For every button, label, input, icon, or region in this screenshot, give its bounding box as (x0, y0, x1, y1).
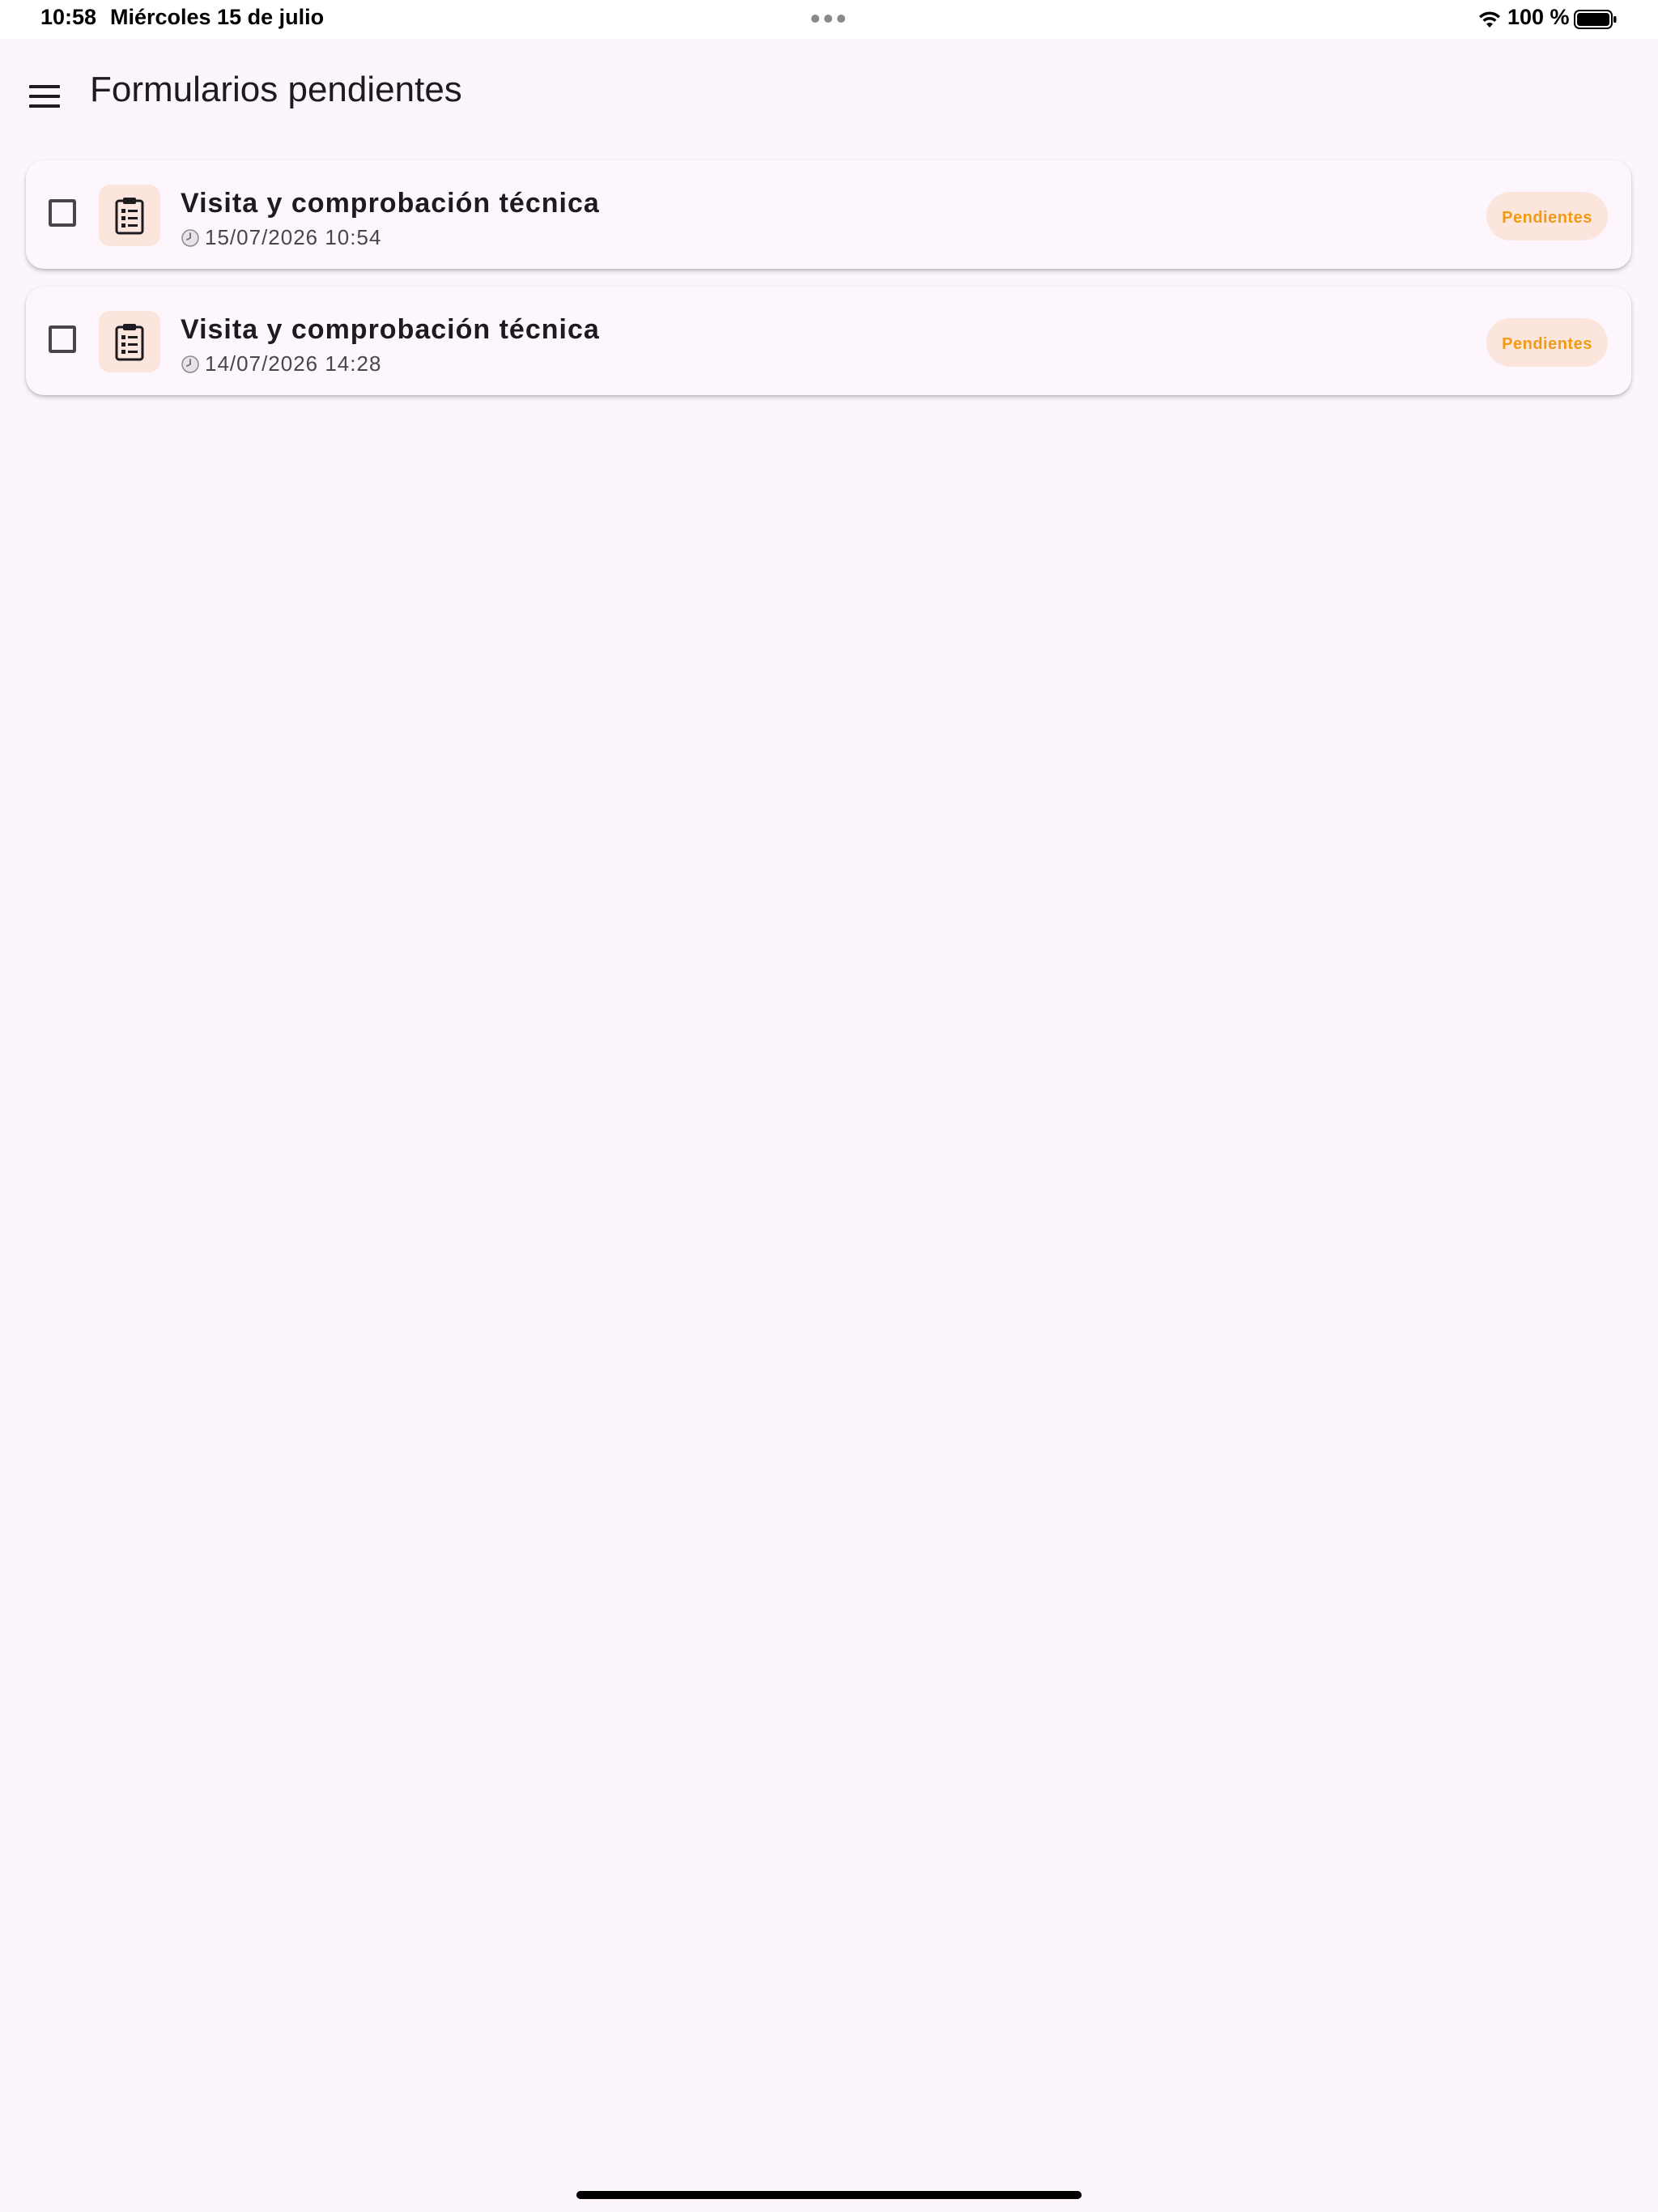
clock-icon (181, 228, 199, 247)
form-title: Visita y comprobación técnica (181, 314, 600, 345)
form-list: Visita y comprobación técnica 15/07/2026… (26, 160, 1631, 413)
wifi-icon (1479, 11, 1500, 28)
form-date: 14/07/2026 14:28 (205, 351, 382, 376)
form-card[interactable]: Visita y comprobación técnica 14/07/2026… (26, 287, 1631, 395)
battery-icon (1574, 10, 1617, 29)
menu-button[interactable] (18, 70, 71, 123)
battery-percentage: 100 % (1507, 5, 1570, 29)
app-bar: Formularios pendientes (0, 39, 1658, 144)
form-date-row: 14/07/2026 14:28 (181, 351, 381, 376)
form-title: Visita y comprobación técnica (181, 188, 600, 219)
clipboard-icon (99, 185, 160, 246)
form-card[interactable]: Visita y comprobación técnica 15/07/2026… (26, 160, 1631, 269)
status-bar: 10:58 Miércoles 15 de julio 100 % (0, 0, 1658, 39)
status-date: Miércoles 15 de julio (110, 5, 325, 29)
clock-icon (181, 355, 199, 373)
menu-icon (29, 85, 60, 108)
page-title: Formularios pendientes (90, 70, 462, 109)
form-date-row: 15/07/2026 10:54 (181, 225, 381, 250)
form-date: 15/07/2026 10:54 (205, 225, 382, 249)
status-time: 10:58 (40, 5, 97, 29)
status-badge: Pendientes (1486, 318, 1608, 367)
select-checkbox[interactable] (49, 199, 76, 227)
clipboard-icon (99, 311, 160, 372)
home-indicator[interactable] (576, 2191, 1082, 2199)
select-checkbox[interactable] (49, 325, 76, 353)
multitasking-dots-icon[interactable] (811, 15, 845, 23)
status-badge: Pendientes (1486, 192, 1608, 240)
